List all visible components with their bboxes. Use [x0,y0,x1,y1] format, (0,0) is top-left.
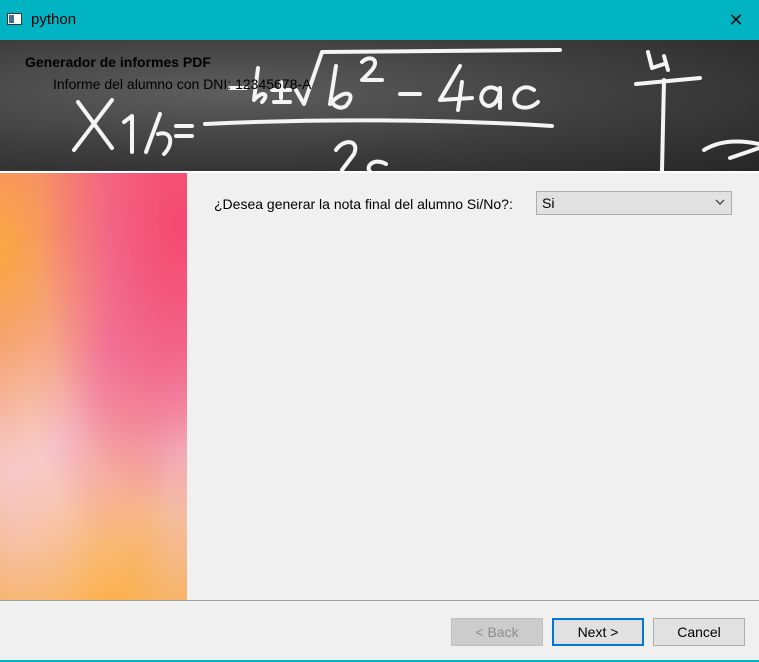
header-subtitle: Informe del alumno con DNI: 12345678-A [53,76,312,92]
back-button[interactable]: < Back [451,618,543,646]
title-bar: python ✕ [0,0,759,40]
header-banner: Generador de informes PDF Informe del al… [0,40,759,171]
wizard-window: python ✕ Generador de informes PDF Infor… [0,0,759,662]
next-button[interactable]: Next > [552,618,644,646]
window-title: python [31,11,77,28]
cancel-button[interactable]: Cancel [653,618,745,646]
footer-separator [0,600,759,601]
header-title: Generador de informes PDF [25,54,211,70]
close-icon[interactable]: ✕ [713,0,759,40]
chevron-down-icon [715,199,725,205]
final-grade-question-label: ¿Desea generar la nota final del alumno … [214,196,513,212]
side-watermark-image [0,173,187,600]
app-window-icon [7,13,22,25]
final-grade-select[interactable]: Si [536,191,732,215]
final-grade-select-value: Si [542,195,555,211]
